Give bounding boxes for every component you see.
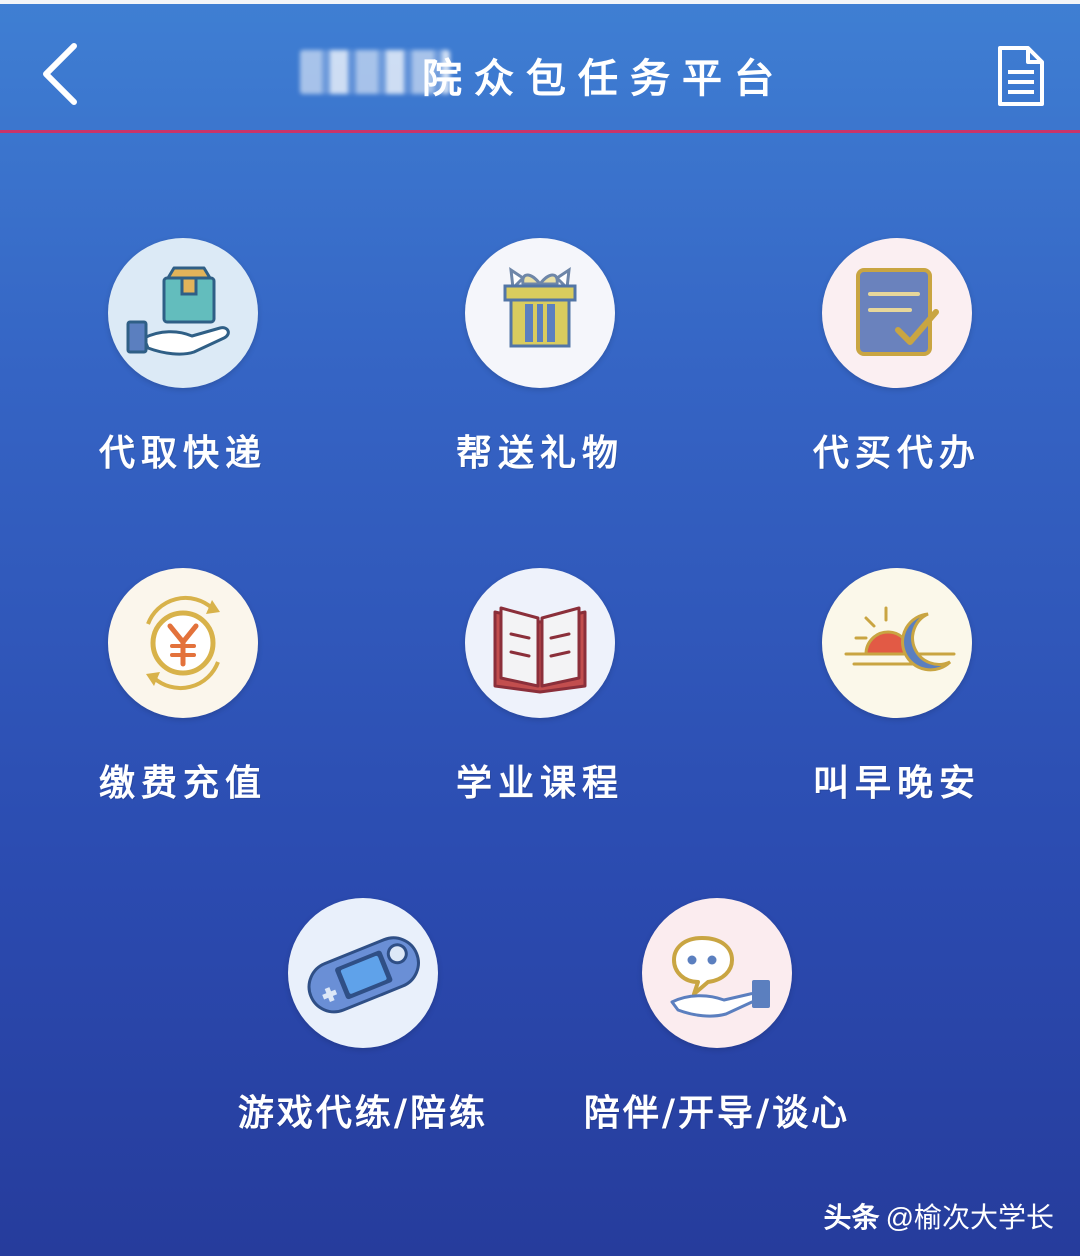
service-bill-payment[interactable]: 缴费充值	[63, 568, 303, 818]
service-label: 缴费充值	[98, 762, 267, 804]
header-divider	[0, 130, 1080, 133]
watermark-brand: 头条	[823, 1202, 880, 1233]
document-icon	[998, 46, 1044, 106]
watermark-handle: @榆次大学长	[885, 1202, 1054, 1233]
service-icon-circle	[465, 568, 615, 718]
page-title-area: 院众包任务平台	[300, 40, 800, 104]
game-console-icon	[307, 936, 420, 1014]
service-label: 学业课程	[455, 762, 624, 804]
package-hand-icon	[126, 266, 230, 356]
service-label: 代买代办	[812, 432, 981, 474]
header-bar: 院众包任务平台	[0, 4, 1080, 130]
sun-moon-icon	[844, 606, 956, 672]
chat-hand-icon	[670, 936, 770, 1018]
checklist-icon	[856, 268, 939, 356]
service-icon-circle	[465, 238, 615, 388]
service-express-pickup[interactable]: 代取快递	[63, 238, 303, 488]
yuan-coin-icon	[146, 596, 220, 690]
service-icon-circle	[822, 238, 972, 388]
service-label: 叫早晚安	[812, 762, 981, 804]
service-label: 代取快递	[98, 432, 267, 474]
service-coursework[interactable]: 学业课程	[420, 568, 660, 818]
service-icon-circle	[288, 898, 438, 1048]
back-button[interactable]	[30, 34, 100, 114]
gift-box-icon	[503, 266, 577, 348]
watermark: 头条 @榆次大学长	[824, 1196, 1054, 1236]
service-icon-circle	[642, 898, 792, 1048]
page-title: 院众包任务平台	[422, 55, 786, 102]
service-icon-circle	[108, 568, 258, 718]
document-button[interactable]	[992, 44, 1048, 108]
service-errands[interactable]: 代买代办	[777, 238, 1017, 488]
open-book-icon	[493, 606, 587, 694]
service-label: 陪伴/开导/谈心	[583, 1092, 851, 1134]
service-icon-circle	[822, 568, 972, 718]
service-wake-up-call[interactable]: 叫早晚安	[777, 568, 1017, 818]
service-game-boosting[interactable]: 游戏代练/陪练	[238, 898, 485, 1148]
service-gift-delivery[interactable]: 帮送礼物	[420, 238, 660, 488]
service-label: 帮送礼物	[455, 432, 624, 474]
service-icon-circle	[108, 238, 258, 388]
service-companion-chat[interactable]: 陪伴/开导/谈心	[584, 898, 847, 1148]
chevron-left-icon	[43, 43, 77, 105]
